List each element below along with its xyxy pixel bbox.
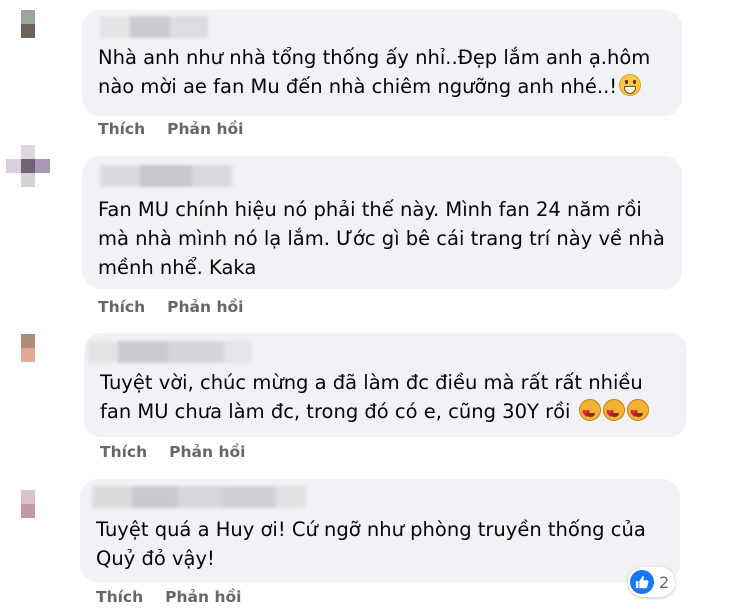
comment-bubble: Nhà anh như nhà tổng thống ấy nhỉ..Đẹp l…	[82, 10, 682, 116]
heart-eyes-icon	[626, 399, 649, 429]
comment-text-content: Tuyệt quá a Huy ơi! Cứ ngỡ như phòng tru…	[96, 518, 646, 570]
like-thumb-icon	[630, 570, 654, 594]
reaction-count: 2	[659, 572, 670, 592]
avatar[interactable]	[6, 10, 50, 52]
like-link[interactable]: Thích	[100, 443, 147, 461]
comment-text: Nhà anh như nhà tổng thống ấy nhỉ..Đẹp l…	[98, 43, 650, 101]
comment-actions: Thích Phản hồi	[100, 443, 245, 461]
like-link[interactable]: Thích	[96, 588, 143, 606]
comment-text: Tuyệt vời, chúc mừng a đã làm đc điều mà…	[100, 368, 649, 429]
author-name-redacted[interactable]	[100, 165, 232, 187]
comment-text: Fan MU chính hiệu nó phải thế này. Mình …	[98, 195, 665, 282]
comment-text-content: Nhà anh như nhà tổng thống ấy nhỉ..Đẹp l…	[98, 46, 651, 98]
author-name-redacted[interactable]	[92, 486, 306, 508]
comment-bubble: Fan MU chính hiệu nó phải thế này. Mình …	[82, 156, 682, 289]
avatar[interactable]	[6, 145, 50, 187]
reply-link[interactable]: Phản hồi	[167, 120, 243, 138]
comment-bubble: Tuyệt vời, chúc mừng a đã làm đc điều mà…	[84, 333, 687, 437]
reply-link[interactable]: Phản hồi	[165, 588, 241, 606]
heart-eyes-icon	[578, 399, 601, 429]
comment-text: Tuyệt quá a Huy ơi! Cứ ngỡ như phòng tru…	[96, 515, 646, 573]
avatar[interactable]	[6, 490, 50, 532]
comment-text-content: Fan MU chính hiệu nó phải thế này. Mình …	[98, 198, 665, 279]
like-link[interactable]: Thích	[98, 120, 145, 138]
author-name-redacted[interactable]	[100, 16, 208, 38]
like-link[interactable]: Thích	[98, 298, 145, 316]
reaction-count-badge[interactable]: 2	[628, 567, 676, 597]
comment-text-content: Tuyệt vời, chúc mừng a đã làm đc điều mà…	[100, 371, 643, 423]
avatar[interactable]	[6, 334, 50, 376]
author-name-redacted[interactable]	[88, 341, 252, 363]
comment-bubble: Tuyệt quá a Huy ơi! Cứ ngỡ như phòng tru…	[80, 479, 680, 582]
heart-eyes-icon	[602, 399, 625, 429]
comment-actions: Thích Phản hồi	[96, 588, 241, 606]
reply-link[interactable]: Phản hồi	[167, 298, 243, 316]
grinning-face-icon	[619, 74, 642, 96]
reply-link[interactable]: Phản hồi	[169, 443, 245, 461]
comment-actions: Thích Phản hồi	[98, 120, 243, 138]
comment-actions: Thích Phản hồi	[98, 298, 243, 316]
